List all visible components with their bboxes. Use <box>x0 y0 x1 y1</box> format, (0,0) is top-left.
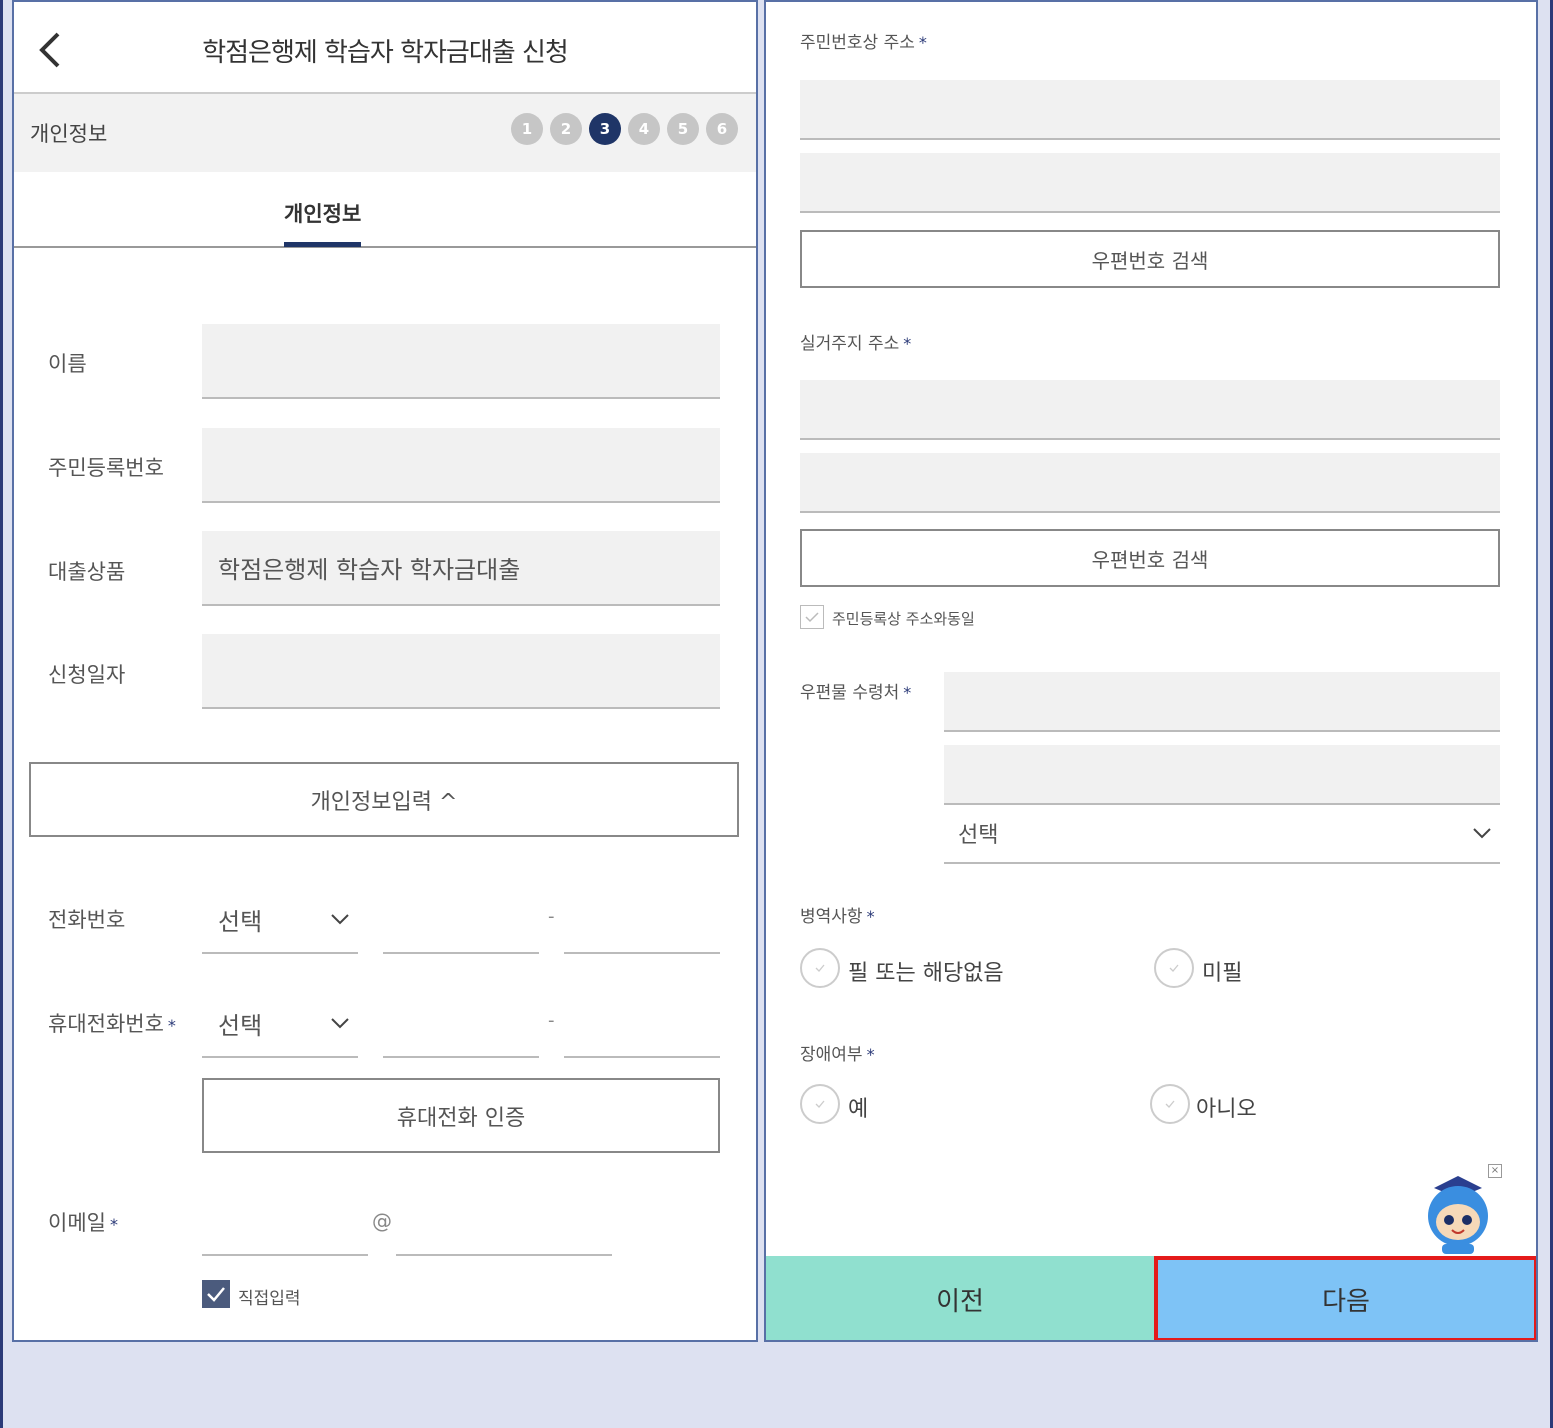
tab-personal-info[interactable]: 개인정보 <box>284 198 362 247</box>
required-mark: * <box>866 1045 875 1064</box>
step-3-active: 3 <box>589 113 621 145</box>
left-panel: 학점은행제 학습자 학자금대출 신청 개인정보 1 2 3 4 5 6 개인정보… <box>12 0 758 1342</box>
name-label: 이름 <box>48 352 87 376</box>
phone-dash: - <box>548 906 555 927</box>
required-mark: * <box>903 683 912 702</box>
military-option-2-label: 미필 <box>1202 961 1243 986</box>
rrn-input[interactable] <box>202 428 720 503</box>
disability-no-label: 아니오 <box>1196 1097 1257 1122</box>
email-label-text: 이메일 <box>48 1211 106 1235</box>
military-option-1-label: 필 또는 해당없음 <box>848 961 1004 986</box>
step-1: 1 <box>511 113 543 145</box>
actual-address-label-text: 실거주지 주소 <box>800 334 900 354</box>
phone-select-text: 선택 <box>218 907 263 936</box>
direct-input-checkbox[interactable] <box>202 1280 230 1308</box>
check-icon <box>815 964 825 972</box>
direct-input-label: 직접입력 <box>238 1289 301 1309</box>
step-6: 6 <box>706 113 738 145</box>
chevron-down-icon <box>331 1018 349 1029</box>
check-icon <box>1169 964 1179 972</box>
required-mark: * <box>903 334 912 353</box>
disability-label-text: 장애여부 <box>800 1045 863 1065</box>
required-mark: * <box>109 1215 118 1234</box>
required-mark: * <box>866 907 875 926</box>
mascot-chatbot-icon[interactable] <box>1414 1170 1496 1256</box>
phone-area-select[interactable]: 선택 <box>202 886 358 954</box>
phone-last-input[interactable] <box>564 886 720 954</box>
personal-info-toggle-button[interactable]: 개인정보입력 ^ <box>29 762 739 837</box>
disability-label: 장애여부 * <box>800 1040 875 1065</box>
actual-address-line2[interactable] <box>800 453 1500 513</box>
military-option-1-radio[interactable] <box>800 948 840 988</box>
step-5: 5 <box>667 113 699 145</box>
phone-middle-input[interactable] <box>383 886 539 954</box>
mail-recipient-input1[interactable] <box>944 672 1500 732</box>
military-label: 병역사항 * <box>800 902 875 927</box>
step-label: 개인정보 <box>30 122 108 146</box>
email-domain-input[interactable] <box>396 1192 612 1256</box>
actual-address-label: 실거주지 주소 * <box>800 329 911 354</box>
check-icon <box>815 1100 825 1108</box>
mobile-area-select[interactable]: 선택 <box>202 990 358 1058</box>
mail-recipient-label: 우편물 수령처 * <box>800 678 911 703</box>
apply-date-input[interactable] <box>202 634 720 709</box>
required-mark: * <box>918 33 927 52</box>
mobile-label: 휴대전화번호 * <box>48 1008 176 1038</box>
mobile-middle-input[interactable] <box>383 990 539 1058</box>
zip-search-button-resident[interactable]: 우편번호 검색 <box>800 230 1500 288</box>
header: 학점은행제 학습자 학자금대출 신청 <box>14 2 756 94</box>
mail-recipient-label-text: 우편물 수령처 <box>800 683 900 703</box>
page-title: 학점은행제 학습자 학자금대출 신청 <box>202 38 569 68</box>
check-icon <box>1165 1100 1175 1108</box>
step-4: 4 <box>628 113 660 145</box>
check-icon <box>805 612 819 623</box>
disability-no-radio[interactable] <box>1150 1084 1190 1124</box>
rrn-label: 주민등록번호 <box>48 456 164 480</box>
military-label-text: 병역사항 <box>800 907 863 927</box>
mail-recipient-input2[interactable] <box>944 745 1500 805</box>
military-option-2-radio[interactable] <box>1154 948 1194 988</box>
tab-row: 개인정보 <box>14 172 756 248</box>
chevron-down-icon <box>1473 828 1491 839</box>
disability-yes-radio[interactable] <box>800 1084 840 1124</box>
zip-search-button-actual[interactable]: 우편번호 검색 <box>800 529 1500 587</box>
same-address-label: 주민등록상 주소와동일 <box>832 610 975 628</box>
name-input[interactable] <box>202 324 720 399</box>
step-bar: 개인정보 1 2 3 4 5 6 <box>14 94 756 172</box>
resident-address-label: 주민번호상 주소 * <box>800 28 927 53</box>
same-address-checkbox[interactable] <box>800 605 824 629</box>
actual-address-line1[interactable] <box>800 380 1500 440</box>
mobile-auth-button[interactable]: 휴대전화 인증 <box>202 1078 720 1153</box>
resident-address-label-text: 주민번호상 주소 <box>800 33 915 53</box>
loan-product-field: 학점은행제 학습자 학자금대출 <box>202 531 720 606</box>
step-indicator: 1 2 3 4 5 6 <box>511 113 738 145</box>
step-2: 2 <box>550 113 582 145</box>
resident-address-line1[interactable] <box>800 80 1500 140</box>
apply-date-label: 신청일자 <box>48 663 126 687</box>
disability-yes-label: 예 <box>848 1097 869 1122</box>
mobile-last-input[interactable] <box>564 990 720 1058</box>
mobile-label-text: 휴대전화번호 <box>48 1012 164 1036</box>
email-id-input[interactable] <box>202 1192 368 1256</box>
resident-address-line2[interactable] <box>800 153 1500 213</box>
email-label: 이메일 * <box>48 1207 118 1237</box>
prev-button[interactable]: 이전 <box>766 1256 1154 1340</box>
right-panel: 주민번호상 주소 * 우편번호 검색 실거주지 주소 * 우편번호 검색 주민등록상… <box>764 0 1538 1342</box>
next-button[interactable]: 다음 <box>1154 1256 1536 1340</box>
chevron-down-icon <box>331 914 349 925</box>
check-icon <box>207 1287 225 1302</box>
mobile-dash: - <box>548 1010 555 1031</box>
phone-label: 전화번호 <box>48 908 126 932</box>
required-mark: * <box>167 1016 176 1035</box>
mail-recipient-select[interactable]: 선택 <box>944 804 1500 864</box>
mobile-select-text: 선택 <box>218 1011 263 1040</box>
mail-select-text: 선택 <box>958 823 999 848</box>
loan-product-label: 대출상품 <box>48 560 126 584</box>
email-at-sign: @ <box>372 1209 392 1233</box>
